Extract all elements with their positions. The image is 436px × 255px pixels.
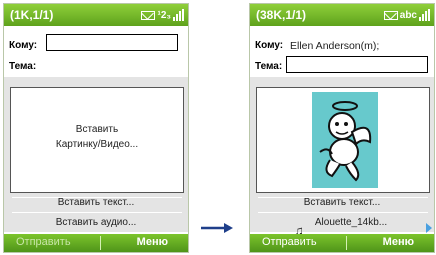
menu-softkey[interactable]: Меню [137,236,168,248]
send-softkey[interactable]: Отправить [262,236,317,248]
divider [258,212,428,213]
menu-softkey[interactable]: Меню [383,236,414,248]
title-bar: (1K,1/1) ¹2₃ [4,4,188,26]
status-icons: abc [383,8,430,22]
subject-field[interactable] [286,56,428,73]
insert-audio-button[interactable]: Вставить аудио... [4,217,188,228]
audio-attachment[interactable]: Alouette_14kb... [250,217,434,228]
inserted-picture-area[interactable] [256,87,430,193]
compose-screen-before: (1K,1/1) ¹2₃ Кому: Тема: Вставить Картин… [3,3,189,253]
input-mode-indicator: ¹2₃ [157,9,171,21]
insert-media-area[interactable]: Вставить Картинку/Видео... [10,87,184,193]
signal-icon [173,9,184,21]
cherub-image [319,101,372,182]
message-size-indicator: (38K,1/1) [256,8,307,22]
envelope-icon [141,10,156,20]
to-field[interactable] [46,34,178,51]
softkey-bar: Отправить Меню [250,234,434,252]
insert-text-button[interactable]: Вставить текст... [4,197,188,208]
softkey-bar: Отправить Меню [4,234,188,252]
softkey-divider [346,236,347,250]
subject-label: Тема: [255,61,283,72]
scroll-right-icon[interactable] [426,223,432,233]
to-label: Кому: [9,40,38,51]
title-bar: (38K,1/1) abc [250,4,434,26]
arrow-right-icon [201,223,233,233]
divider [12,212,182,213]
insert-media-line2: Картинку/Видео... [55,139,139,150]
envelope-icon [383,10,398,20]
signal-icon [419,9,430,21]
to-label: Кому: [255,40,284,51]
status-icons: ¹2₃ [141,8,184,22]
to-recipient[interactable]: Ellen Anderson(m); [290,40,379,52]
insert-media-line1: Вставить [75,124,119,135]
compose-screen-after: (38K,1/1) abc Кому: Ellen Anderson(m); Т… [249,3,435,253]
input-mode-indicator: abc [399,9,417,21]
insert-text-button[interactable]: Вставить текст... [250,197,434,208]
subject-label: Тема: [9,61,37,72]
send-softkey[interactable]: Отправить [16,236,71,248]
inserted-picture [312,92,378,188]
message-size-indicator: (1K,1/1) [10,8,54,22]
softkey-divider [100,236,101,250]
